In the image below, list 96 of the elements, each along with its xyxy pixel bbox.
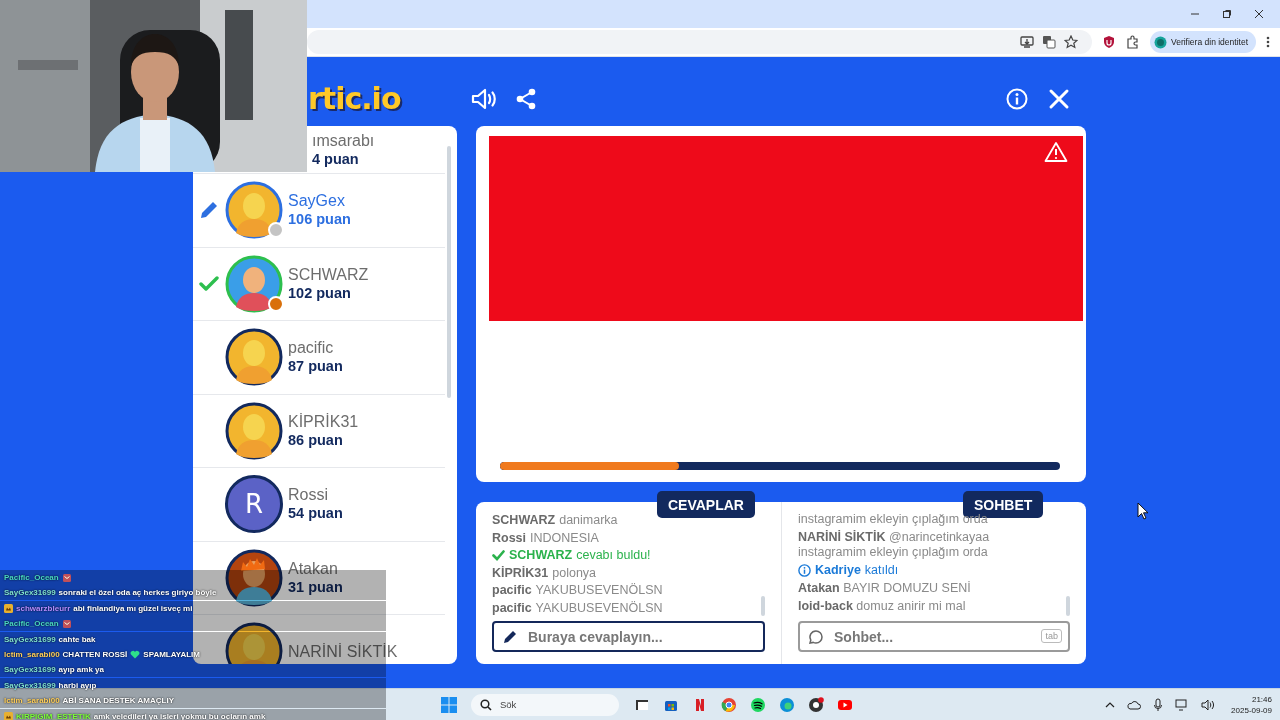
key-hint: tab (1041, 629, 1062, 643)
speaker-icon[interactable] (470, 87, 497, 110)
player-name: pacific (288, 338, 335, 358)
profile-button[interactable]: Verifiera din identitet (1149, 31, 1256, 53)
chat-username: schwarzbleurr (16, 603, 71, 613)
player-name: SCHWARZ (288, 264, 369, 284)
chat-username: lctim_sarabi00 (4, 649, 60, 659)
share-icon[interactable] (514, 87, 537, 110)
record-app-icon[interactable] (808, 696, 824, 713)
emote-icon (61, 572, 72, 583)
chat-username: SayGex31699 (4, 665, 56, 675)
shield-icon[interactable] (1101, 35, 1116, 49)
chat-text: sonraki el özel oda aç herkes giriyo böyle (58, 588, 217, 598)
chat-text: harbi ayıp (58, 680, 97, 690)
warning-icon[interactable] (1044, 141, 1068, 163)
info-icon[interactable] (1006, 87, 1028, 110)
answer-name: pacific (492, 582, 532, 599)
pencil-icon (502, 628, 518, 645)
avatar-icon (225, 401, 283, 460)
player-points: 31 puan (288, 577, 343, 597)
search-icon (480, 698, 492, 711)
chevron-icon[interactable] (1105, 700, 1116, 709)
info-icon (798, 564, 811, 577)
chat-message: loid-back domuz anirir mi mal (798, 599, 967, 614)
player-name: Atakan (288, 558, 339, 578)
answer-text: YAKUBUSEVENÖLSN (535, 582, 663, 599)
chat-text: abi finlandiya mı güzel isveç mi (73, 603, 193, 613)
player-points: 106 puan (288, 210, 351, 230)
cursor-icon (1137, 502, 1149, 520)
chat-message: Atakan BAYIR DOMUZU SENİ (798, 581, 972, 596)
chat-text: ayıp amk ya (58, 665, 104, 675)
player-points: 87 puan (288, 357, 343, 377)
avatar-icon (1153, 35, 1167, 49)
answer-text: cevabı buldu! (576, 547, 651, 564)
avatar-icon (225, 548, 283, 607)
player-points: 54 puan (288, 504, 343, 524)
player-name: KİPRİK31 (288, 411, 359, 431)
close-icon[interactable] (1254, 9, 1264, 19)
chat-username: Pacific_Ocean (4, 573, 59, 582)
chat-text: katıldı (864, 563, 899, 578)
answer-name: SCHWARZ (509, 547, 573, 564)
chat-text: amk veledileri ya isleri yokmu bu oçların amk (93, 711, 266, 720)
player-points: 4 puan (312, 149, 360, 169)
chat-name: Kadriye (815, 563, 861, 578)
player-name: ımsarabı (312, 130, 375, 150)
answer-name: Rossi (492, 529, 527, 547)
player-points: 86 puan (288, 430, 344, 450)
chat-text: cahte bak (58, 634, 96, 644)
answer-text: YAKUBUSEVENÖLSN (535, 599, 663, 617)
answer-text: INDONESIA (530, 529, 599, 547)
music-app-icon[interactable] (750, 696, 766, 713)
chat-text: CHATTEN ROSSİ (62, 649, 128, 659)
answer-text: polonya (552, 564, 597, 582)
chat-username: Pacific_Ocean (4, 619, 59, 629)
chat-username: SayGex31699 (4, 634, 56, 644)
chat-text: ABİ SANA DESTEK AMAÇLIY (62, 696, 174, 706)
chat-username: KIRPIGIM_ESTETIK (16, 711, 91, 720)
menu-icon[interactable] (1266, 35, 1270, 49)
cloud-icon[interactable] (1127, 699, 1142, 710)
answer-name: KİPRİK31 (492, 564, 549, 582)
avatar-icon (225, 328, 283, 387)
translate-icon[interactable] (1041, 35, 1056, 49)
scrollbar[interactable] (1066, 596, 1070, 616)
answer-text: danimarka (559, 514, 618, 529)
avatar-icon (225, 181, 283, 240)
scrollbar[interactable] (761, 596, 765, 616)
close-icon[interactable] (1048, 87, 1070, 110)
answer-field[interactable]: Buraya cevaplayın... (492, 621, 765, 652)
avatar: R (225, 475, 283, 534)
chat-username: lctim_sarabi00 (4, 696, 60, 706)
logo: rtic.io (308, 81, 401, 116)
chat-username: SayGex31699 (4, 588, 56, 598)
avatar-icon (225, 622, 283, 664)
player-name: Rossi (288, 485, 329, 505)
player-points: 102 puan (288, 283, 352, 303)
check-icon (492, 550, 505, 562)
avatar-icon (225, 254, 283, 313)
extensions-icon[interactable] (1125, 35, 1140, 49)
microphone-icon[interactable] (1153, 697, 1164, 712)
answer-name: SCHWARZ (492, 514, 556, 529)
scrollbar[interactable] (447, 146, 451, 398)
chat-username: SayGex31699 (4, 680, 56, 690)
answer-name: pacific (492, 599, 532, 617)
windows-icon[interactable] (440, 695, 458, 714)
search-field[interactable]: Sök (471, 693, 619, 716)
install-icon[interactable] (1019, 35, 1034, 49)
restore-icon[interactable] (1222, 9, 1232, 19)
clock[interactable]: 21:46 2025-09-09 (1231, 693, 1272, 716)
chat-bubble-icon (808, 628, 824, 645)
player-name: SayGex (288, 191, 346, 211)
emote-icon (61, 618, 72, 629)
chat-message: NARİNİ SİKTİK @narincetinkayaa instagramim ekleyin çıplağım orda (798, 530, 991, 560)
star-icon[interactable] (1063, 35, 1078, 49)
browser-icon[interactable] (721, 696, 737, 713)
volume-icon[interactable] (1201, 698, 1216, 711)
monitor-icon[interactable] (1175, 698, 1190, 711)
